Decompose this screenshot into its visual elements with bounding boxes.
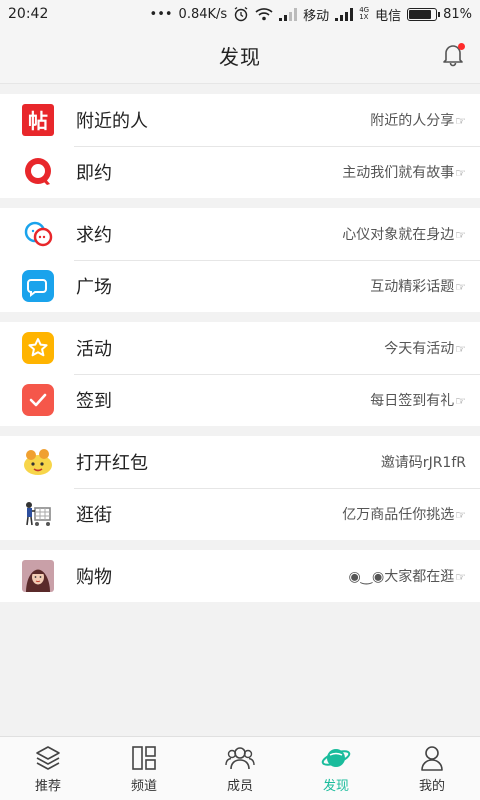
pointing-hand-icon: ☞ (455, 570, 466, 584)
notification-bell-icon[interactable] (440, 42, 466, 68)
row-hint: 附近的人分享☞ (370, 113, 466, 129)
channels-icon (129, 743, 159, 773)
row-shopping[interactable]: 购物 ◉‿◉大家都在逛☞ (0, 550, 480, 602)
list-group: 活动 今天有活动☞ 签到 每日签到有礼☞ (0, 322, 480, 426)
pointing-hand-icon: ☞ (455, 166, 466, 180)
pointing-hand-icon: ☞ (455, 508, 466, 522)
battery-icon (407, 7, 441, 21)
row-hint: 今天有活动☞ (384, 341, 466, 357)
pointing-hand-icon: ☞ (455, 342, 466, 356)
nav-label: 发现 (322, 779, 349, 794)
empty-area (0, 604, 480, 736)
discover-list: 帖 附近的人 附近的人分享☞ 即约 主动我们就有故事☞ 求约 心仪对象就在身边☞… (0, 94, 480, 612)
list-group: 帖 附近的人 附近的人分享☞ 即约 主动我们就有故事☞ (0, 94, 480, 198)
wifi-icon (255, 7, 273, 21)
header: 发现 (0, 28, 480, 84)
status-time: 20:42 (8, 6, 49, 22)
row-label: 签到 (76, 391, 112, 412)
row-activity[interactable]: 活动 今天有活动☞ (0, 322, 480, 374)
planet-icon (321, 743, 351, 773)
row-label: 购物 (76, 567, 112, 588)
network-type: 4G 1X (359, 7, 369, 21)
row-hint: 主动我们就有故事☞ (342, 165, 466, 181)
row-instant-date[interactable]: 即约 主动我们就有故事☞ (0, 146, 480, 198)
row-label: 广场 (76, 277, 112, 298)
nav-recommend[interactable]: 推荐 (0, 737, 96, 800)
nav-channels[interactable]: 频道 (96, 737, 192, 800)
nav-members[interactable]: 成员 (192, 737, 288, 800)
row-label: 即约 (76, 163, 112, 184)
carrier-2: 电信 (375, 8, 402, 24)
invite-code: 邀请码rJR1fR (380, 455, 466, 471)
red-packet-icon (22, 446, 54, 478)
nav-discover[interactable]: 发现 (288, 737, 384, 800)
checkin-icon (22, 384, 54, 416)
layers-icon (33, 743, 63, 773)
list-group: 打开红包 邀请码rJR1fR 逛街 亿万商品任你挑选☞ (0, 436, 480, 540)
pointing-hand-icon: ☞ (455, 114, 466, 128)
row-label: 逛街 (76, 505, 112, 526)
tie-icon: 帖 (22, 104, 54, 136)
carrier-1: 移动 (303, 8, 330, 24)
row-hint: ◉‿◉大家都在逛☞ (348, 569, 466, 585)
row-label: 打开红包 (76, 453, 148, 474)
list-group: 购物 ◉‿◉大家都在逛☞ (0, 550, 480, 602)
shopping-cart-icon (22, 498, 54, 530)
row-red-packet[interactable]: 打开红包 邀请码rJR1fR (0, 436, 480, 488)
page-title: 发现 (219, 45, 261, 69)
row-nearby-people[interactable]: 帖 附近的人 附近的人分享☞ (0, 94, 480, 146)
status-dots: ••• (149, 6, 173, 22)
profile-icon (417, 743, 447, 773)
status-right: ••• 0.84K/s 移动 4G 1X 电信 81% (150, 5, 472, 24)
network-speed: 0.84K/s (178, 6, 228, 22)
pointing-hand-icon: ☞ (455, 280, 466, 294)
pointing-hand-icon: ☞ (455, 228, 466, 242)
nav-label: 成员 (226, 779, 253, 794)
row-hint: 亿万商品任你挑选☞ (342, 507, 466, 523)
nav-label: 推荐 (34, 779, 61, 794)
date-icon (22, 156, 54, 188)
row-label: 活动 (76, 339, 112, 360)
nav-label: 我的 (418, 779, 445, 794)
row-hint: 互动精彩话题☞ (370, 279, 466, 295)
tie-icon-char: 帖 (28, 109, 48, 133)
network-tag-1x: 1X (359, 13, 369, 21)
signal-icon-1 (279, 7, 298, 21)
row-label: 附近的人 (76, 111, 148, 132)
battery-percent: 81% (443, 6, 472, 22)
row-square[interactable]: 广场 互动精彩话题☞ (0, 260, 480, 312)
pointing-hand-icon: ☞ (455, 394, 466, 408)
status-bar: 20:42 ••• 0.84K/s 移动 4G 1X 电信 81% (0, 0, 480, 28)
row-stroll[interactable]: 逛街 亿万商品任你挑选☞ (0, 488, 480, 540)
bottom-nav: 推荐 频道 成员 发现 我的 (0, 736, 480, 800)
row-hint: 心仪对象就在身边☞ (342, 227, 466, 243)
signal-icon-2 (335, 7, 354, 21)
chat-bubbles-icon (22, 218, 54, 250)
square-chat-icon (22, 270, 54, 302)
row-checkin[interactable]: 签到 每日签到有礼☞ (0, 374, 480, 426)
nav-profile[interactable]: 我的 (384, 737, 480, 800)
row-label: 求约 (76, 225, 112, 246)
notification-dot (458, 43, 465, 50)
row-seek-date[interactable]: 求约 心仪对象就在身边☞ (0, 208, 480, 260)
list-group: 求约 心仪对象就在身边☞ 广场 互动精彩话题☞ (0, 208, 480, 312)
nav-label: 频道 (130, 779, 157, 794)
members-icon (225, 743, 255, 773)
row-hint: 每日签到有礼☞ (370, 393, 466, 409)
shopping-avatar-icon (22, 560, 54, 592)
alarm-icon (233, 6, 249, 22)
star-icon (22, 332, 54, 364)
